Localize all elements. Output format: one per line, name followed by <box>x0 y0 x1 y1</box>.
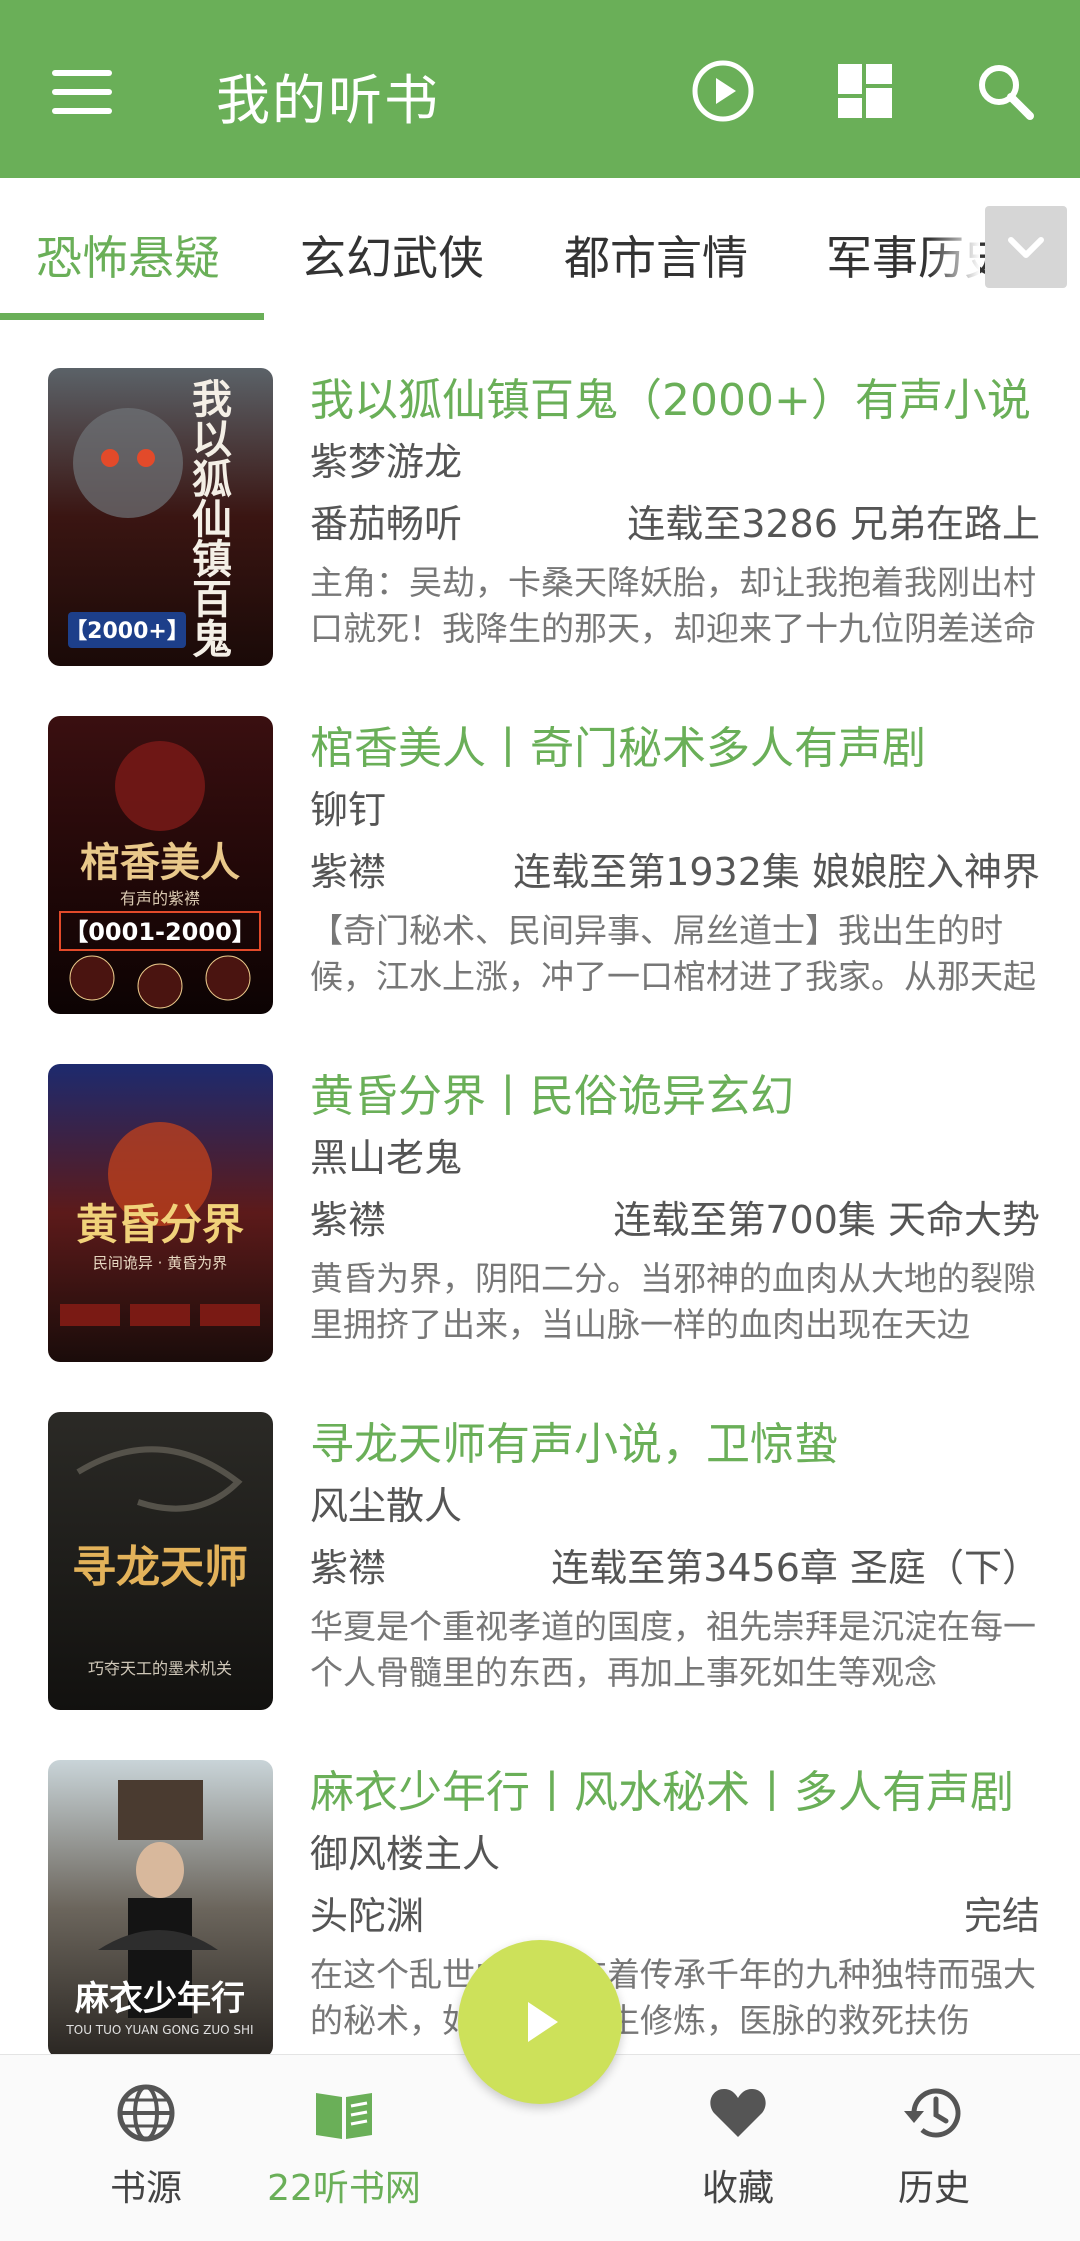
tab-military-history[interactable]: 军事历史 <box>826 222 1010 288</box>
search-icon[interactable] <box>970 56 1040 126</box>
book-status: 完结 <box>963 1894 1040 1938</box>
globe-icon <box>117 2084 175 2142</box>
book-cover: 寻龙天师 巧夺天工的墨术机关 <box>48 1412 273 1710</box>
cover-title: 麻衣少年行 <box>75 1979 245 2019</box>
list-item[interactable]: 黄昏分界 民间诡异 · 黄昏为界 黄昏分界丨民俗诡异玄幻 黑山老鬼 紫襟 连载至第… <box>0 1036 1080 1384</box>
list-item[interactable]: 【2000+】 我以狐仙镇百鬼 我以狐仙镇百鬼（2000+）有声小说 紫梦游龙 … <box>0 340 1080 688</box>
nav-label: 历史 <box>897 2168 970 2209</box>
cover-subtitle: 民间诡异 · 黄昏为界 <box>93 1254 227 1272</box>
nav-favorites[interactable]: 收藏 <box>638 2055 838 2241</box>
list-item[interactable]: 棺香美人 有声的紫襟 【0001-2000】 棺香美人丨奇门秘术多人有声剧 铆钉… <box>0 688 1080 1036</box>
book-narrator: 头陀渊 <box>310 1894 425 1938</box>
floating-play-button[interactable] <box>458 1940 622 2104</box>
nav-history[interactable]: 历史 <box>834 2055 1034 2241</box>
list-item[interactable]: 寻龙天师 巧夺天工的墨术机关 寻龙天师有声小说，卫惊蛰 风尘散人 紫襟 连载至第3… <box>0 1384 1080 1732</box>
nav-book-source[interactable]: 书源 <box>46 2055 246 2241</box>
cover-title: 寻龙天师 <box>72 1542 248 1593</box>
book-title: 棺香美人丨奇门秘术多人有声剧 <box>310 723 926 774</box>
book-icon <box>316 2093 372 2139</box>
tab-urban-romance[interactable]: 都市言情 <box>564 222 748 288</box>
book-description: 【奇门秘术、民间异事、屌丝道士】我出生的时候，江水上涨，冲了一口棺材进了我家。从… <box>310 911 1036 996</box>
book-cover: 【2000+】 我以狐仙镇百鬼 <box>48 368 273 666</box>
book-cover: 麻衣少年行 TOU TUO YUAN GONG ZUO SHI <box>48 1760 273 2058</box>
cover-title: 棺香美人 <box>80 840 240 886</box>
play-icon <box>528 2002 558 2042</box>
history-icon <box>904 2088 961 2138</box>
cover-subtitle: 巧夺天工的墨术机关 <box>88 1659 232 1678</box>
book-author: 御风楼主人 <box>310 1832 501 1876</box>
book-author: 紫梦游龙 <box>310 440 463 484</box>
book-status: 连载至3286 兄弟在路上 <box>627 502 1040 546</box>
cover-title: 黄昏分界 <box>76 1200 244 1249</box>
tab-fantasy-martial[interactable]: 玄幻武侠 <box>300 222 484 288</box>
cover-subtitle: TOU TUO YUAN GONG ZUO SHI <box>65 2023 253 2037</box>
book-title: 我以狐仙镇百鬼（2000+）有声小说 <box>310 375 1031 426</box>
book-title: 黄昏分界丨民俗诡异玄幻 <box>310 1071 794 1122</box>
book-cover: 黄昏分界 民间诡异 · 黄昏为界 <box>48 1064 273 1362</box>
play-circle-icon[interactable] <box>688 56 758 126</box>
active-tab-indicator <box>0 313 264 320</box>
app-bar: 我的听书 <box>0 0 1080 178</box>
book-narrator: 紫襟 <box>310 1198 387 1242</box>
heart-icon <box>710 2089 766 2137</box>
book-title: 麻衣少年行丨风水秘术丨多人有声剧 <box>310 1767 1014 1818</box>
grid-icon[interactable] <box>830 56 900 126</box>
book-narrator: 番茄畅听 <box>310 502 463 546</box>
book-title: 寻龙天师有声小说，卫惊蛰 <box>310 1419 838 1470</box>
book-description: 主角：吴劫，卡桑天降妖胎，却让我抱着我刚出村口就死！我降生的那天，却迎来了十九位… <box>310 563 1036 648</box>
book-status: 连载至第3456章 圣庭（下） <box>551 1546 1040 1590</box>
book-cover: 棺香美人 有声的紫襟 【0001-2000】 <box>48 716 273 1014</box>
cover-title: 我以狐仙镇百鬼 <box>185 378 232 658</box>
page-title: 我的听书 <box>216 69 440 132</box>
nav-22-tingshu[interactable]: 22听书网 <box>244 2055 444 2241</box>
category-tabs: 恐怖悬疑 玄幻武侠 都市言情 军事历史 <box>0 178 1080 322</box>
cover-badge: 【2000+】 <box>65 619 189 644</box>
menu-icon[interactable] <box>52 70 112 114</box>
book-narrator: 紫襟 <box>310 1546 387 1590</box>
cover-subtitle: 有声的紫襟 <box>120 889 200 908</box>
book-narrator: 紫襟 <box>310 850 387 894</box>
nav-label: 书源 <box>109 2168 182 2209</box>
book-status: 连载至第700集 天命大势 <box>613 1198 1040 1242</box>
book-description: 华夏是个重视孝道的国度，祖先崇拜是沉淀在每一个人骨髓里的东西，再加上事死如生等观… <box>310 1607 1036 1692</box>
tab-horror-mystery[interactable]: 恐怖悬疑 <box>36 222 220 288</box>
expand-tabs-button[interactable] <box>985 206 1067 288</box>
book-author: 风尘散人 <box>310 1484 463 1528</box>
nav-label: 22听书网 <box>267 2168 421 2209</box>
book-description: 在这个乱世中，存在着传承千年的九种独特而强大的秘术，如人体的养生修炼，医脉的救死… <box>310 1955 1036 2040</box>
book-author: 黑山老鬼 <box>310 1136 463 1180</box>
cover-badge: 【0001-2000】 <box>64 918 256 946</box>
nav-label: 收藏 <box>701 2168 774 2209</box>
book-description: 黄昏为界，阴阳二分。当邪神的血肉从大地的裂隙里拥挤了出来，当山脉一样的血肉出现在… <box>310 1259 1036 1344</box>
chevron-down-icon <box>1008 237 1044 258</box>
book-author: 铆钉 <box>310 788 387 832</box>
book-status: 连载至第1932集 娘娘腔入神界 <box>513 850 1040 894</box>
